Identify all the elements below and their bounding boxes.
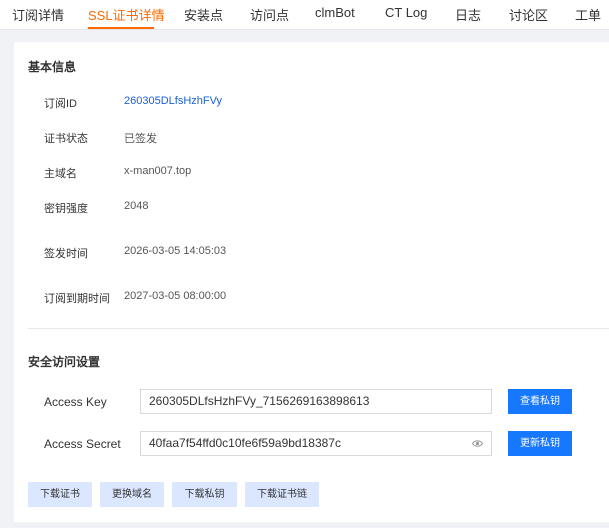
tab-install-points[interactable]: 安装点 [184,5,223,24]
download-private-key-button[interactable]: 下载私钥 [172,482,237,507]
tab-discussion[interactable]: 讨论区 [509,5,548,24]
section-divider [28,328,609,329]
tab-bar: 订阅详情 SSL证书详情 安装点 访问点 clmBot CT Log 日志 讨论… [0,0,609,30]
eye-icon[interactable] [472,439,483,448]
tab-ssl-certificate-details[interactable]: SSL证书详情 [88,5,165,24]
key-strength-label: 密钥强度 [44,203,88,215]
update-private-key-button[interactable]: 更新私钥 [508,431,572,456]
access-secret-label: Access Secret [44,437,121,451]
tab-subscription-details[interactable]: 订阅详情 [12,5,64,24]
issued-time-value: 2026-03-05 14:05:03 [124,245,227,257]
certificate-status-value: 已签发 [124,133,157,145]
change-domain-button[interactable]: 更换域名 [100,482,164,507]
certificate-status-label: 证书状态 [44,133,88,145]
download-certificate-button[interactable]: 下载证书 [28,482,92,507]
issued-time-label: 签发时间 [44,248,88,260]
primary-domain-label: 主域名 [44,168,77,180]
subscription-id-link[interactable]: 260305DLfsHzhFVy [124,95,222,107]
view-private-key-button[interactable]: 查看私钥 [508,389,572,414]
active-tab-indicator [88,27,154,29]
tab-access-points[interactable]: 访问点 [250,5,289,24]
subscription-id-label: 订阅ID [44,98,77,110]
tab-ct-log[interactable]: CT Log [385,5,427,20]
tab-logs[interactable]: 日志 [455,5,481,24]
security-settings-title: 安全访问设置 [28,355,101,369]
tab-tickets[interactable]: 工单 [575,5,601,24]
certificate-detail-card: 基本信息 订阅ID 260305DLfsHzhFVy 证书状态 已签发 主域名 … [14,42,609,522]
subscription-expiry-label: 订阅到期时间 [44,293,110,305]
access-secret-value: 40faa7f54ffd0c10fe6f59a9bd18387c [149,436,341,450]
key-strength-value: 2048 [124,200,149,212]
tab-clmbot[interactable]: clmBot [315,5,355,20]
access-key-field[interactable]: 260305DLfsHzhFVy_7156269163898613 [140,389,492,414]
subscription-expiry-value: 2027-03-05 08:00:00 [124,290,227,302]
access-key-label: Access Key [44,395,107,409]
download-certificate-chain-button[interactable]: 下载证书链 [245,482,319,507]
primary-domain-value: x-man007.top [124,165,192,177]
access-secret-field[interactable]: 40faa7f54ffd0c10fe6f59a9bd18387c [140,431,492,456]
basic-info-title: 基本信息 [28,60,77,74]
